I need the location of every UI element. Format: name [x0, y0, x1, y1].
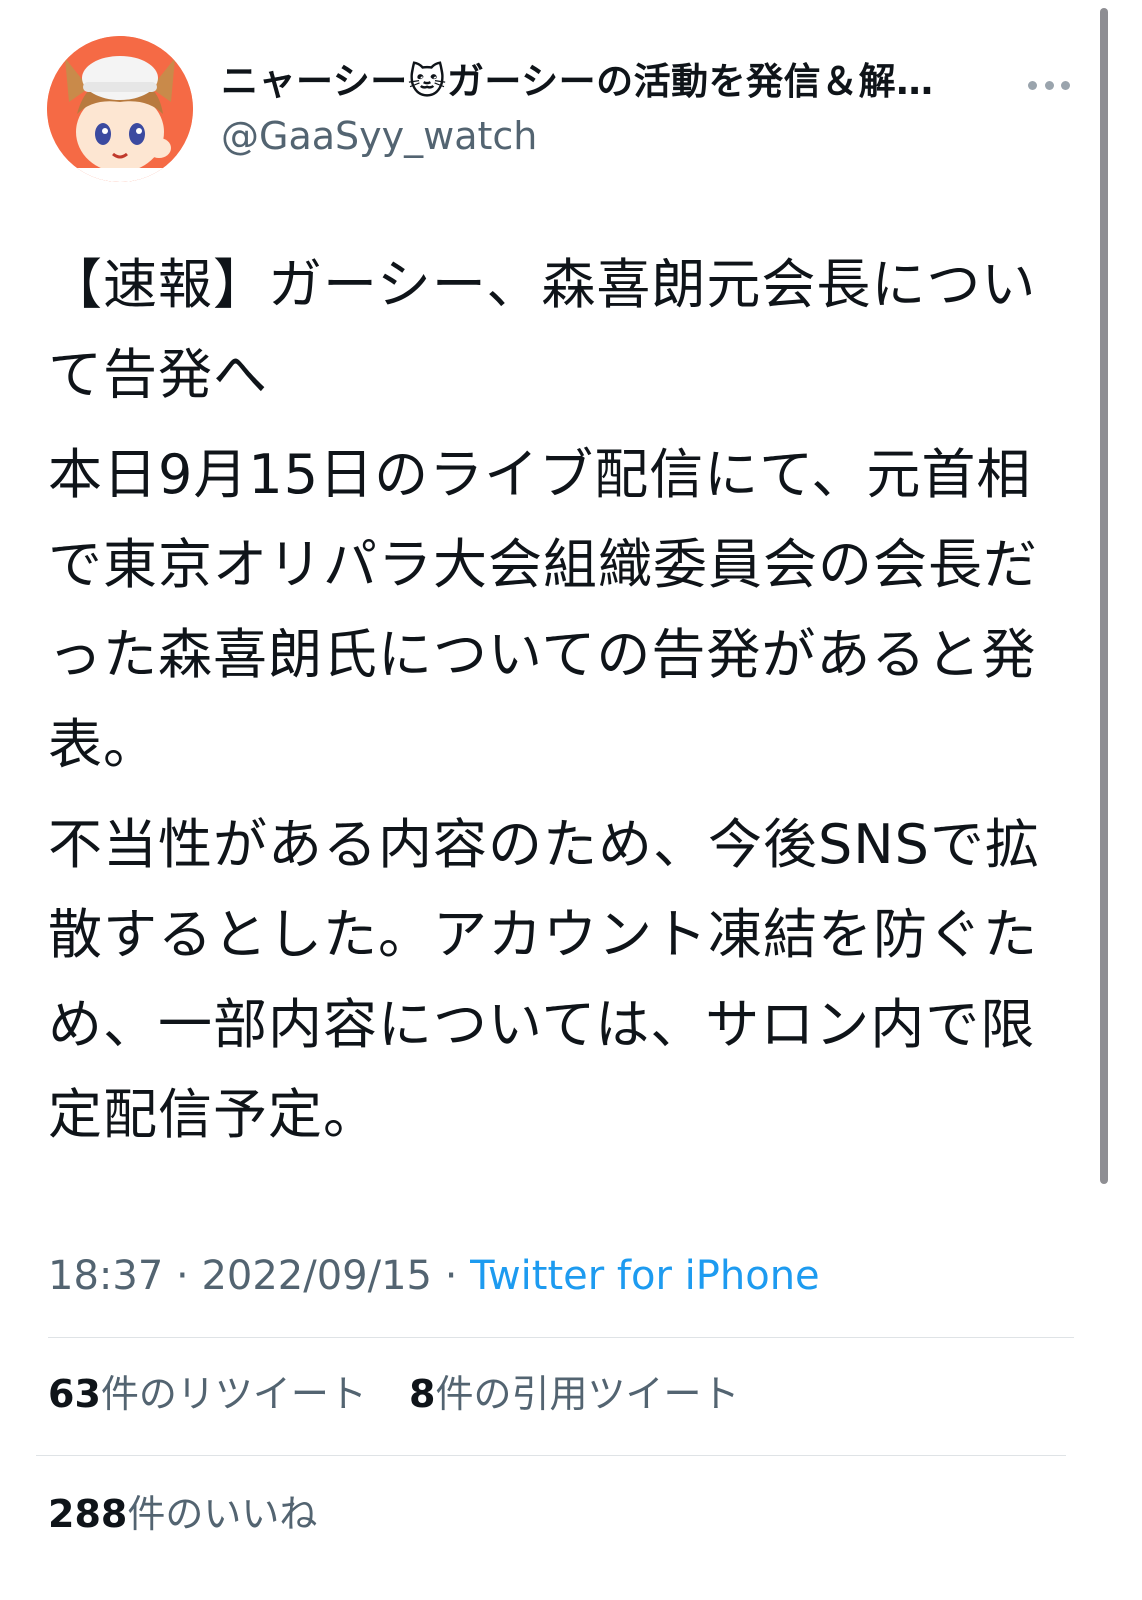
tweet-paragraph: 【速報】ガーシー、森喜朗元会長について告発へ	[48, 253, 1037, 406]
tweet-text: 【速報】ガーシー、森喜朗元会長について告発へ 本日9月15日のライブ配信にて、元…	[48, 240, 1078, 1170]
likes-count: 288	[48, 1492, 128, 1536]
tweet-paragraph: 不当性がある内容のため、今後SNSで拡散するとした。アカウント凍結を防ぐため、一…	[48, 813, 1040, 1146]
tweet-date[interactable]: 2022/09/15	[201, 1253, 432, 1299]
more-dots-icon[interactable]	[1028, 70, 1070, 100]
user-handle[interactable]: @GaaSyy_watch	[221, 112, 537, 160]
tweet-paragraph: 本日9月15日のライブ配信にて、元首相で東京オリパラ大会組織委員会の会長だった森…	[48, 443, 1038, 776]
retweets-stat[interactable]: 63件のリツイート	[48, 1372, 367, 1416]
scrollbar[interactable]	[1100, 8, 1108, 1184]
divider	[48, 1337, 1074, 1338]
likes-label: 件のいいね	[127, 1492, 318, 1536]
more-dot	[1044, 80, 1054, 90]
display-name[interactable]: ニャーシー🐱ガーシーの活動を発信＆解…	[221, 58, 1011, 106]
likes-stats-row: 288件のいいね	[48, 1488, 347, 1540]
tweet-meta: 18:37 · 2022/09/15 · Twitter for iPhone	[48, 1248, 820, 1304]
retweets-count: 63	[48, 1372, 101, 1416]
quote-tweets-stat[interactable]: 8件の引用ツイート	[409, 1372, 739, 1416]
divider	[36, 1455, 1066, 1456]
meta-separator: ·	[444, 1253, 458, 1299]
avatar[interactable]	[47, 36, 193, 182]
tweet-time[interactable]: 18:37	[48, 1253, 163, 1299]
engagement-stats-row: 63件のリツイート 8件の引用ツイート	[48, 1368, 769, 1420]
quotes-label: 件の引用ツイート	[435, 1372, 740, 1416]
tweet-source-link[interactable]: Twitter for iPhone	[470, 1253, 820, 1299]
quotes-count: 8	[409, 1372, 436, 1416]
retweets-label: 件のリツイート	[100, 1372, 367, 1416]
meta-separator: ·	[176, 1253, 189, 1299]
more-dot	[1061, 80, 1070, 90]
likes-stat[interactable]: 288件のいいね	[48, 1492, 317, 1536]
avatar-illustration	[47, 36, 193, 182]
more-dot	[1028, 80, 1037, 90]
